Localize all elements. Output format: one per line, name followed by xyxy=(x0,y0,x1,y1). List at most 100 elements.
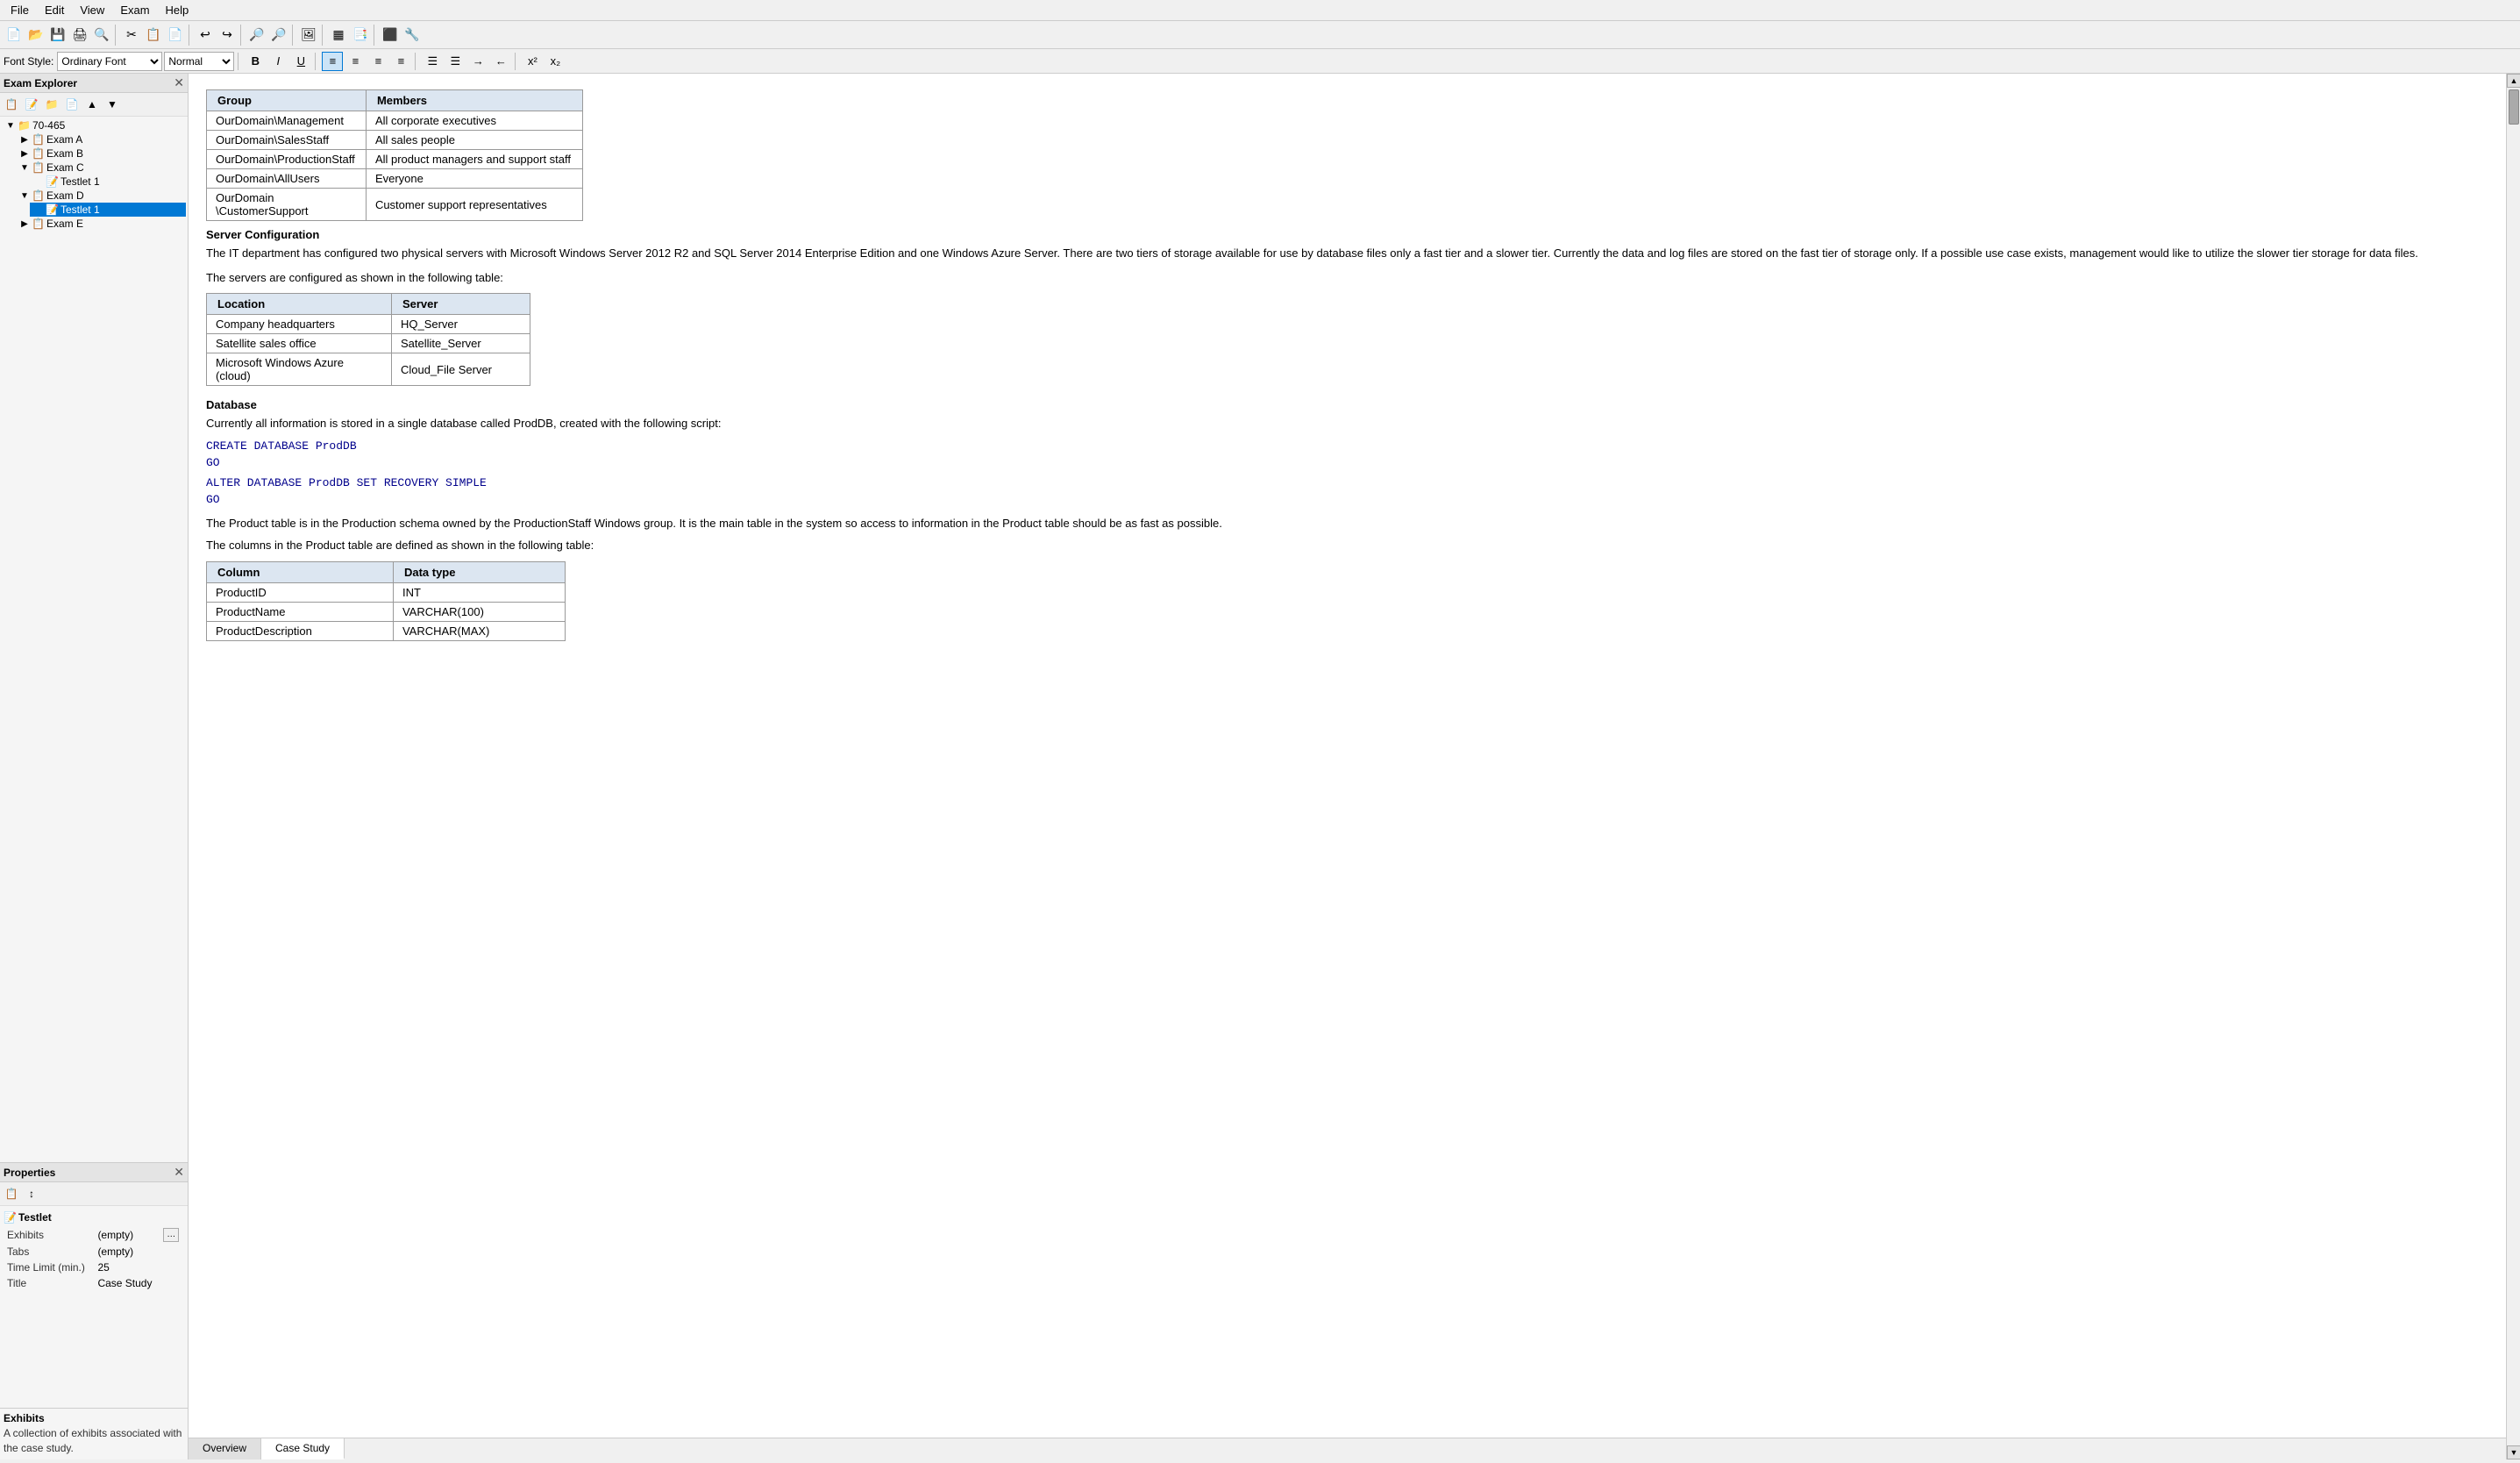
product-table: Column Data type ProductID INT ProductNa… xyxy=(206,561,566,641)
font-family-select[interactable]: Ordinary Font xyxy=(57,52,162,71)
table-btn[interactable]: ▦ xyxy=(328,25,349,46)
c-t1-label: Testlet 1 xyxy=(61,175,100,188)
tree-exam-a[interactable]: ▶ 📋 Exam A xyxy=(16,132,186,146)
fmt-sep2 xyxy=(315,53,318,70)
menu-file[interactable]: File xyxy=(4,2,36,18)
increase-indent-button[interactable]: → xyxy=(467,52,488,71)
align-justify-button[interactable]: ≡ xyxy=(390,52,411,71)
cut-btn[interactable]: ✂ xyxy=(121,25,142,46)
bullet-list-button[interactable]: ☰ xyxy=(422,52,443,71)
subscript-button[interactable]: x₂ xyxy=(545,52,566,71)
menu-exam[interactable]: Exam xyxy=(113,2,156,18)
superscript-button[interactable]: x² xyxy=(522,52,543,71)
servers-row-2: Satellite sales office Satellite_Server xyxy=(207,334,530,353)
align-right-button[interactable]: ≡ xyxy=(367,52,388,71)
bold-button[interactable]: B xyxy=(245,52,266,71)
new-btn[interactable]: 📄 xyxy=(4,25,25,46)
find-btn[interactable]: 🔎 xyxy=(246,25,267,46)
redo-btn[interactable]: ↪ xyxy=(217,25,238,46)
properties-close-button[interactable]: ✕ xyxy=(174,1165,184,1180)
root-children: ▶ 📋 Exam A ▶ 📋 Exam B ▼ 📋 Exam C xyxy=(2,132,186,231)
groups-row5-members: Customer support representatives xyxy=(366,189,582,221)
menu-edit[interactable]: Edit xyxy=(38,2,71,18)
scroll-down-button[interactable]: ▼ xyxy=(2507,1445,2520,1459)
props-label-exhibits: Exhibits xyxy=(4,1225,94,1244)
preview-btn[interactable]: 🔍 xyxy=(91,25,112,46)
explorer-btn3[interactable]: 📁 xyxy=(42,95,61,114)
tree-exam-c[interactable]: ▼ 📋 Exam C xyxy=(16,161,186,175)
tools-btn[interactable]: 🔧 xyxy=(402,25,423,46)
tree-exam-b[interactable]: ▶ 📋 Exam B xyxy=(16,146,186,161)
props-sort-btn[interactable]: ↕ xyxy=(22,1184,41,1203)
tree-exam-d-testlet1[interactable]: 📝 Testlet 1 xyxy=(30,203,186,217)
tab-overview[interactable]: Overview xyxy=(189,1438,261,1459)
exam-a-icon: 📋 xyxy=(32,133,45,146)
database-heading: Database xyxy=(206,398,2488,411)
copy-btn[interactable]: 📋 xyxy=(143,25,164,46)
exam-c-children: 📝 Testlet 1 xyxy=(16,175,186,189)
database-para2: The Product table is in the Production s… xyxy=(206,515,2488,532)
tree-exam-e[interactable]: ▶ 📋 Exam E xyxy=(16,217,186,231)
image-btn[interactable]: 🖼 xyxy=(298,25,319,46)
props-section: 📝 Testlet xyxy=(4,1211,184,1224)
props-btn1[interactable]: 📋 xyxy=(2,1184,21,1203)
groups-row-2: OurDomain\SalesStaff All sales people xyxy=(207,131,583,150)
explorer-btn4[interactable]: 📄 xyxy=(62,95,82,114)
insert-btn[interactable]: 📑 xyxy=(350,25,371,46)
menu-bar: File Edit View Exam Help xyxy=(0,0,2520,21)
props-row-timelimit: Time Limit (min.) 25 xyxy=(4,1260,184,1275)
sep3 xyxy=(240,25,244,46)
exam-c-label: Exam C xyxy=(46,161,84,174)
groups-row-1: OurDomain\Management All corporate execu… xyxy=(207,111,583,131)
decrease-indent-button[interactable]: ← xyxy=(490,52,511,71)
servers-col-server: Server xyxy=(391,294,530,315)
properties-title: Properties xyxy=(4,1167,55,1179)
font-style-select[interactable]: Normal xyxy=(164,52,234,71)
open-btn[interactable]: 📂 xyxy=(25,25,46,46)
explorer-btn1[interactable]: 📋 xyxy=(2,95,21,114)
props-section-icon: 📝 xyxy=(4,1211,17,1224)
menu-help[interactable]: Help xyxy=(159,2,196,18)
align-center-button[interactable]: ≡ xyxy=(345,52,366,71)
align-left-button[interactable]: ≡ xyxy=(322,52,343,71)
servers-col-location: Location xyxy=(207,294,392,315)
explorer-header: Exam Explorer ✕ xyxy=(0,74,188,93)
scroll-up-button[interactable]: ▲ xyxy=(2507,74,2520,88)
groups-row5-group: OurDomain\CustomerSupport xyxy=(207,189,367,221)
exhibits-help-desc: A collection of exhibits associated with… xyxy=(4,1426,184,1456)
explorer-close-button[interactable]: ✕ xyxy=(174,75,184,90)
block-btn[interactable]: ⬛ xyxy=(380,25,401,46)
explorer-down-button[interactable]: ▼ xyxy=(103,95,122,114)
exam-b-label: Exam B xyxy=(46,147,83,160)
servers-table: Location Server Company headquarters HQ_… xyxy=(206,293,530,386)
props-value-tabs: (empty) xyxy=(94,1244,160,1260)
props-edit-exhibits[interactable]: … xyxy=(163,1228,179,1242)
underline-button[interactable]: U xyxy=(290,52,311,71)
numbered-list-button[interactable]: ☰ xyxy=(445,52,466,71)
tab-case-study[interactable]: Case Study xyxy=(261,1438,345,1459)
italic-button[interactable]: I xyxy=(267,52,288,71)
servers-row1-server: HQ_Server xyxy=(391,315,530,334)
replace-btn[interactable]: 🔎 xyxy=(268,25,289,46)
undo-btn[interactable]: ↩ xyxy=(195,25,216,46)
paste-btn[interactable]: 📄 xyxy=(165,25,186,46)
groups-row2-members: All sales people xyxy=(366,131,582,150)
scroll-thumb[interactable] xyxy=(2509,89,2519,125)
menu-view[interactable]: View xyxy=(73,2,111,18)
content-scroll[interactable]: Group Members OurDomain\Management All c… xyxy=(189,74,2506,1438)
props-label-tabs: Tabs xyxy=(4,1244,94,1260)
product-row3-type: VARCHAR(MAX) xyxy=(393,621,565,640)
exam-d-label: Exam D xyxy=(46,189,84,202)
tree-root[interactable]: ▼ 📁 70-465 xyxy=(2,118,186,132)
exam-tree: ▼ 📁 70-465 ▶ 📋 Exam A ▶ 📋 Exam B xyxy=(0,117,188,232)
explorer-up-button[interactable]: ▲ xyxy=(82,95,102,114)
sep6 xyxy=(374,25,377,46)
print-btn[interactable]: 🖨 xyxy=(69,25,90,46)
explorer-btn2[interactable]: 📝 xyxy=(22,95,41,114)
format-bar: Font Style: Ordinary Font Normal B I U ≡… xyxy=(0,49,2520,74)
tree-exam-d[interactable]: ▼ 📋 Exam D xyxy=(16,189,186,203)
exhibits-help-title: Exhibits xyxy=(4,1412,184,1424)
save-btn[interactable]: 💾 xyxy=(47,25,68,46)
product-row1-col: ProductID xyxy=(207,582,394,602)
tree-exam-c-testlet1[interactable]: 📝 Testlet 1 xyxy=(30,175,186,189)
